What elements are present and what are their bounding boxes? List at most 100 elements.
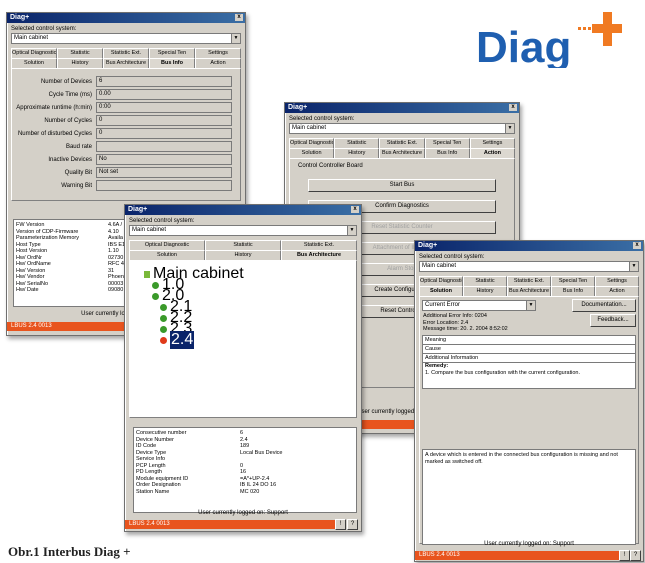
help-exclaim-button[interactable]: ! bbox=[619, 550, 630, 561]
tab-bus-info[interactable]: Bus Info bbox=[551, 286, 595, 296]
tab-statistic[interactable]: Statistic bbox=[334, 138, 380, 148]
selected-system-label: Selected control system: bbox=[419, 254, 485, 260]
list-item[interactable]: Meaning bbox=[423, 336, 635, 345]
tab-solution[interactable]: Solution bbox=[289, 148, 335, 158]
field-label: Number of Cycles bbox=[44, 117, 92, 124]
error-description: A device which is entered in the connect… bbox=[422, 449, 636, 545]
selected-system-combo[interactable]: Main cabinet ▼ bbox=[289, 123, 515, 134]
field-value: 6 bbox=[96, 76, 232, 87]
tab-optical-diagnostic[interactable]: Optical Diagnostic bbox=[289, 138, 335, 148]
field-label: Quality Bit bbox=[64, 169, 92, 176]
tab-settings[interactable]: Settings bbox=[195, 48, 241, 58]
field-row: Number of Devices 6 bbox=[12, 75, 240, 88]
solution-list: Meaning Cause Additional Information Rem… bbox=[422, 335, 636, 389]
selected-system-combo[interactable]: Main cabinet ▼ bbox=[129, 225, 357, 236]
title-bar: Diag+ x bbox=[125, 205, 361, 215]
tab-optical-diagnostic[interactable]: Optical Diagnostic bbox=[129, 240, 205, 250]
feedback-button[interactable]: Feedback... bbox=[590, 314, 636, 327]
combo-value: Main cabinet bbox=[132, 227, 167, 233]
tab-bus-architecture[interactable]: Bus Architecture bbox=[379, 148, 425, 158]
tab-special-ten[interactable]: Special Ten bbox=[551, 276, 595, 286]
selected-system-combo[interactable]: Main cabinet ▼ bbox=[419, 261, 639, 272]
tabs-row-2: Solution History Bus Architecture bbox=[129, 250, 357, 260]
description-text: A device which is entered in the connect… bbox=[425, 452, 618, 465]
cabinet-icon bbox=[144, 270, 150, 278]
close-icon[interactable]: x bbox=[509, 104, 517, 111]
field-label: Inactive Devices bbox=[48, 156, 92, 163]
chevron-down-icon[interactable]: ▼ bbox=[347, 226, 356, 235]
tab-special-ten[interactable]: Special Ten bbox=[424, 138, 470, 148]
list-item: Station Name MC 020 bbox=[136, 489, 354, 496]
selected-system-label: Selected control system: bbox=[129, 218, 195, 224]
selected-system-combo[interactable]: Main cabinet ▼ bbox=[11, 33, 241, 44]
chevron-down-icon[interactable]: ▼ bbox=[505, 124, 514, 133]
tab-bus-architecture[interactable]: Bus Architecture bbox=[103, 58, 149, 68]
chevron-down-icon[interactable]: ▼ bbox=[629, 262, 638, 271]
field-value bbox=[96, 141, 232, 152]
field-label: Cycle Time (ms) bbox=[48, 91, 92, 98]
close-icon[interactable]: x bbox=[351, 206, 359, 213]
field-label: Baud rate bbox=[65, 143, 92, 150]
field-value: Not set bbox=[96, 167, 232, 178]
status-bar: LBUS 2.4 0013 bbox=[415, 551, 619, 560]
tabs-row-2: Solution History Bus Architecture Bus In… bbox=[419, 286, 639, 296]
documentation-button[interactable]: Documentation... bbox=[572, 299, 636, 312]
chevron-down-icon[interactable]: ▼ bbox=[231, 34, 240, 43]
close-icon[interactable]: x bbox=[235, 14, 243, 21]
tab-bus-info[interactable]: Bus Info bbox=[149, 58, 195, 68]
prop-value: Local Bus Device bbox=[240, 449, 283, 456]
chevron-down-icon[interactable]: ▼ bbox=[526, 301, 535, 310]
tab-optical-diagnostic[interactable]: Optical Diagnostic bbox=[419, 276, 463, 286]
tabs-row-2: Solution History Bus Architecture Bus In… bbox=[11, 58, 241, 68]
window-title: Diag+ bbox=[10, 14, 30, 21]
tab-action[interactable]: Action bbox=[469, 148, 516, 158]
solution-panel: Current Error ▼ Documentation... Feedback… bbox=[419, 296, 639, 545]
tab-bus-architecture[interactable]: Bus Architecture bbox=[281, 250, 357, 260]
field-label: Warning Bit bbox=[61, 182, 92, 189]
tab-statistic[interactable]: Statistic bbox=[463, 276, 507, 286]
tree-node-selected[interactable]: 2.4 bbox=[160, 331, 195, 349]
start-bus-button[interactable]: Start Bus bbox=[308, 179, 496, 192]
list-item[interactable]: Additional Information bbox=[423, 354, 635, 363]
field-row: Quality Bit Not set bbox=[12, 166, 240, 179]
figure-caption: Obr.1 Interbus Diag + bbox=[8, 544, 131, 559]
combo-value: Main cabinet bbox=[14, 35, 49, 41]
tab-solution[interactable]: Solution bbox=[419, 286, 463, 296]
logo-plus-icon bbox=[578, 12, 622, 46]
help-question-button[interactable]: ? bbox=[630, 550, 641, 561]
help-exclaim-button[interactable]: ! bbox=[335, 519, 346, 530]
close-icon[interactable]: x bbox=[633, 242, 641, 249]
tab-special-ten[interactable]: Special Ten bbox=[149, 48, 195, 58]
tab-statistic[interactable]: Statistic bbox=[57, 48, 103, 58]
tab-statistic-ext[interactable]: Statistic Ext. bbox=[507, 276, 551, 286]
tab-solution[interactable]: Solution bbox=[129, 250, 205, 260]
tabs-row-2: Solution History Bus Architecture Bus In… bbox=[289, 148, 516, 158]
list-item[interactable]: Cause bbox=[423, 345, 635, 354]
tabs-row-1: Optical Diagnostic Statistic Statistic E… bbox=[129, 240, 357, 250]
device-error-icon bbox=[160, 336, 167, 344]
tab-history[interactable]: History bbox=[57, 58, 103, 68]
field-value: 0.00 bbox=[96, 89, 232, 100]
tab-optical-diagnostic[interactable]: Optical Diagnostic bbox=[11, 48, 57, 58]
tab-history[interactable]: History bbox=[334, 148, 380, 158]
tab-action[interactable]: Action bbox=[595, 286, 639, 296]
tab-bus-info[interactable]: Bus Info bbox=[424, 148, 470, 158]
tab-bus-architecture[interactable]: Bus Architecture bbox=[507, 286, 551, 296]
tab-history[interactable]: History bbox=[463, 286, 507, 296]
tab-history[interactable]: History bbox=[205, 250, 281, 260]
tab-statistic-ext[interactable]: Statistic Ext. bbox=[103, 48, 149, 58]
tab-settings[interactable]: Settings bbox=[469, 138, 516, 148]
field-row: Number of disturbed Cycles 0 bbox=[12, 127, 240, 140]
help-question-button[interactable]: ? bbox=[347, 519, 358, 530]
field-value: No bbox=[96, 154, 232, 165]
tab-solution[interactable]: Solution bbox=[11, 58, 57, 68]
device-properties: Consecutive number 6 Device Number 2.4 ID … bbox=[133, 427, 357, 513]
tab-action[interactable]: Action bbox=[195, 58, 241, 68]
tab-settings[interactable]: Settings bbox=[595, 276, 639, 286]
error-info-line: Message time: 20. 2. 2004 8:52:02 bbox=[423, 326, 508, 332]
tab-statistic-ext[interactable]: Statistic Ext. bbox=[281, 240, 357, 250]
error-select[interactable]: Current Error ▼ bbox=[422, 300, 536, 311]
field-value: 0 bbox=[96, 128, 232, 139]
tab-statistic[interactable]: Statistic bbox=[205, 240, 281, 250]
tab-statistic-ext[interactable]: Statistic Ext. bbox=[379, 138, 425, 148]
